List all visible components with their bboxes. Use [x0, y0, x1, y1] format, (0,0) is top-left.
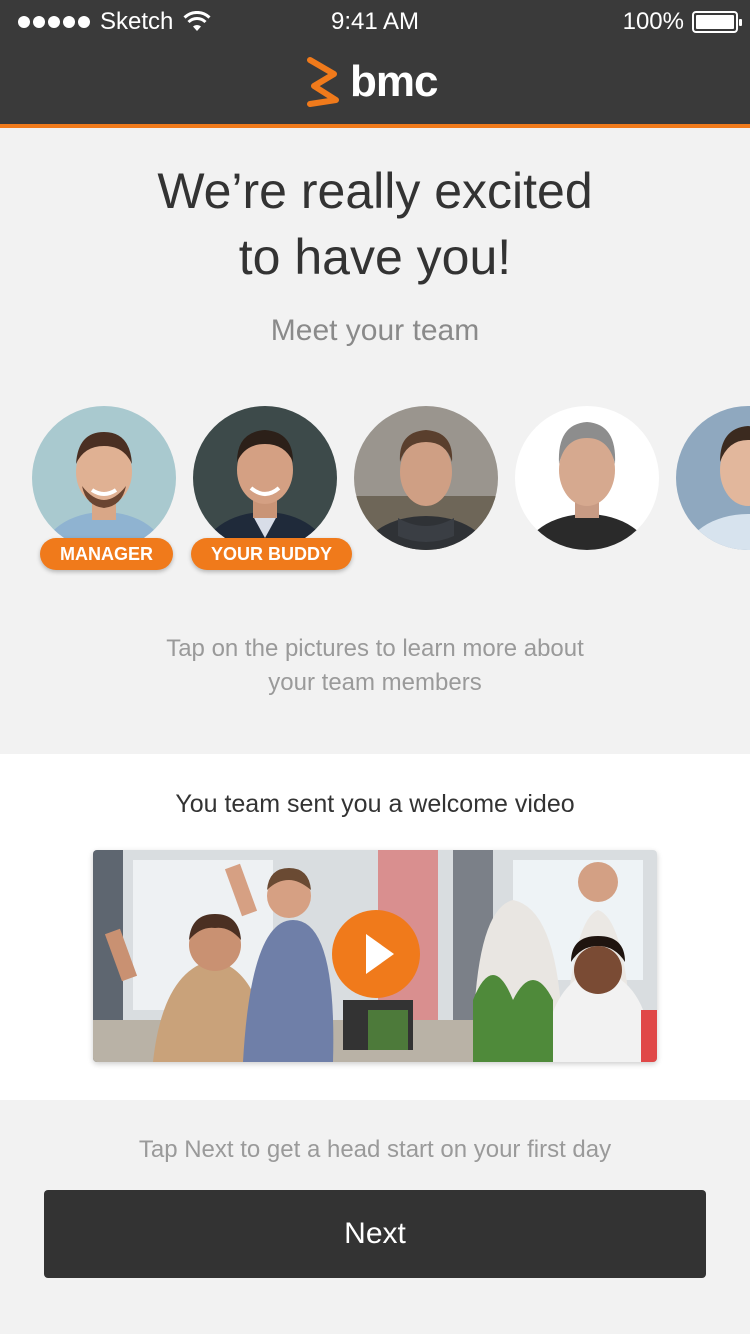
status-bar: Sketch 9:41 AM 100%	[0, 0, 750, 44]
welcome-video-thumbnail[interactable]	[93, 850, 657, 1062]
person-photo-icon	[193, 406, 337, 550]
team-member-manager[interactable]: MANAGER	[32, 406, 176, 576]
bmc-logo: bmc	[304, 56, 438, 108]
team-member-4[interactable]	[515, 406, 659, 576]
person-photo-icon	[32, 406, 176, 550]
title-line-1: We’re really excited	[157, 163, 593, 219]
video-title: You team sent you a welcome video	[175, 790, 575, 818]
team-hint-line-1: Tap on the pictures to learn more about	[166, 635, 584, 662]
avatar[interactable]	[515, 406, 659, 550]
team-carousel[interactable]: MANAGER YOUR BUDDY	[0, 406, 750, 576]
battery-icon	[692, 11, 742, 33]
person-photo-icon	[676, 406, 750, 550]
bmc-logo-mark-icon	[307, 57, 339, 107]
avatar[interactable]	[354, 406, 498, 550]
page-title: We’re really excited to have you!	[0, 158, 750, 290]
next-hint: Tap Next to get a head start on your fir…	[138, 1136, 612, 1163]
title-line-2: to have you!	[238, 229, 512, 285]
avatar[interactable]	[32, 406, 176, 550]
avatar[interactable]	[193, 406, 337, 550]
team-hint: Tap on the pictures to learn more about …	[0, 632, 750, 700]
team-member-5[interactable]	[676, 406, 750, 576]
logo-text: bmc	[350, 57, 438, 106]
meet-team-subtitle: Meet your team	[270, 314, 480, 347]
status-right: 100%	[622, 8, 742, 36]
team-member-buddy[interactable]: YOUR BUDDY	[191, 406, 353, 576]
next-button[interactable]: Next	[44, 1190, 706, 1278]
header-bar: bmc	[0, 44, 750, 128]
person-photo-icon	[354, 406, 498, 550]
person-photo-icon	[515, 406, 659, 550]
battery-percent: 100%	[622, 8, 684, 35]
buddy-badge: YOUR BUDDY	[191, 538, 353, 570]
welcome-video-section: You team sent you a welcome video	[0, 754, 750, 1100]
manager-badge: MANAGER	[40, 538, 173, 570]
team-hint-line-2: your team members	[268, 669, 482, 696]
team-member-3[interactable]	[354, 406, 498, 576]
play-button[interactable]	[332, 910, 420, 998]
avatar[interactable]	[676, 406, 750, 550]
